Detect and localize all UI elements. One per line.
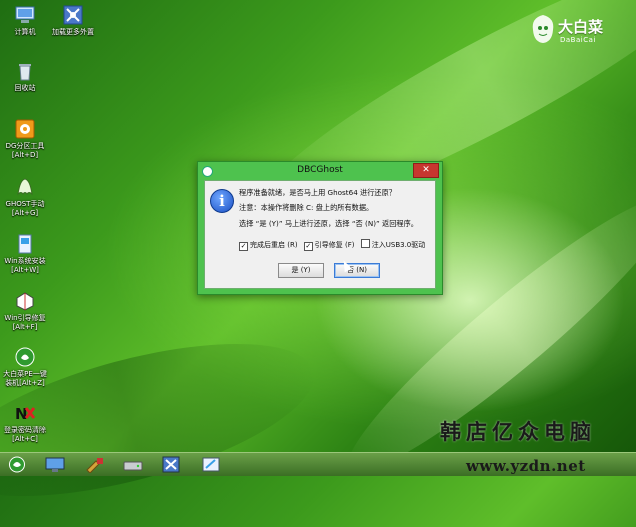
watermark-text: 韩店亿众电脑 xyxy=(440,419,596,444)
checkbox-label: 完成后重启 (R) xyxy=(250,241,298,249)
dialog-titlebar[interactable]: DBCGhost ✕ xyxy=(198,162,442,180)
dialog-title: DBCGhost xyxy=(297,165,343,175)
pen-tablet-icon xyxy=(202,457,220,472)
website-url: www.yzdn.net xyxy=(466,457,586,475)
options-row: ✓ 完成后重启 (R) ✓ 引导修复 (F) 注入USB3.0驱动 xyxy=(239,239,429,251)
dbcghost-dialog: DBCGhost ✕ i 程序准备就绪，是否马上用 Ghost64 进行还原？ … xyxy=(197,161,443,295)
usb3-driver-checkbox[interactable]: 注入USB3.0驱动 xyxy=(360,239,426,250)
desktop-icon-boot-repair[interactable]: Win引导修复 [Alt+F] xyxy=(0,290,53,332)
desktop-icon-password-clear[interactable]: N 登录密码清除 [Alt+C] xyxy=(0,402,53,444)
taskbar-drive-button[interactable] xyxy=(122,456,146,473)
password-clear-icon: N xyxy=(14,402,36,424)
logo-pinyin-text: DaBaiCai xyxy=(560,36,596,44)
boot-repair-checkbox[interactable]: ✓ 引导修复 (F) xyxy=(303,240,355,251)
taskbar-tools-button[interactable] xyxy=(84,456,108,474)
recycle-bin-icon xyxy=(14,60,36,82)
cabbage-logo-icon xyxy=(532,15,554,43)
windows-install-icon xyxy=(14,233,36,255)
desktop-icon-label: 大白菜PE一键 装机[Alt+Z] xyxy=(3,370,47,387)
grid-tools-icon xyxy=(62,4,84,26)
desktop-icon-dbc-install[interactable]: 大白菜PE一键 装机[Alt+Z] xyxy=(0,346,53,388)
desktop-icon-label: Win引导修复 [Alt+F] xyxy=(4,314,46,331)
desktop-icon-ghost[interactable]: GHOST手动 [Alt+G] xyxy=(0,176,53,218)
checkbox-label: 引导修复 (F) xyxy=(314,241,355,249)
message-line-1: 程序准备就绪，是否马上用 Ghost64 进行还原？ xyxy=(239,188,396,197)
desktop-icon-label: 登录密码清除 [Alt+C] xyxy=(4,426,46,443)
taskbar-grid-button[interactable] xyxy=(160,456,184,473)
message-line-2: 注意：本操作将删除 C: 盘上的所有数据。 xyxy=(239,203,374,212)
info-icon: i xyxy=(210,189,234,213)
close-button[interactable]: ✕ xyxy=(413,163,439,178)
taskbar-monitor-button[interactable] xyxy=(44,456,68,473)
disk-partition-icon xyxy=(14,118,36,140)
desktop-icon-load-more[interactable]: 加载更多外置 xyxy=(45,4,101,37)
desktop-icon-label: Win系统安装 [Alt+W] xyxy=(4,257,46,274)
restart-checkbox[interactable]: ✓ 完成后重启 (R) xyxy=(239,240,298,251)
checkbox-checked[interactable]: ✓ xyxy=(239,242,248,251)
start-orb-icon xyxy=(9,456,25,473)
svg-text:N: N xyxy=(15,405,28,423)
start-button[interactable] xyxy=(6,456,30,473)
monitor-icon xyxy=(45,457,65,472)
checkbox-unchecked[interactable] xyxy=(360,239,370,248)
dabaicai-icon xyxy=(14,346,36,368)
message-line-3: 选择 “是 (Y)” 马上进行还原，选择 “否 (N)” 返回程序。 xyxy=(239,219,418,228)
desktop-icon-label: DG分区工具 [Alt+D] xyxy=(5,142,45,159)
checkbox-checked[interactable]: ✓ xyxy=(303,242,313,251)
yes-button[interactable]: 是 (Y) xyxy=(278,263,324,278)
dialog-content: i 程序准备就绪，是否马上用 Ghost64 进行还原？ 注意：本操作将删除 C… xyxy=(204,180,436,289)
drive-icon xyxy=(123,461,143,471)
desktop-icon-label: 回收站 xyxy=(14,84,36,92)
taskbar-pen-button[interactable] xyxy=(200,456,224,473)
boot-repair-icon xyxy=(14,290,36,312)
desktop-icon-win-install[interactable]: Win系统安装 [Alt+W] xyxy=(0,233,53,275)
grid-tools-icon xyxy=(162,456,180,473)
desktop-icon-dg-partition[interactable]: DG分区工具 [Alt+D] xyxy=(0,118,53,160)
desktop-icon-recycle-bin[interactable]: 回收站 xyxy=(0,60,53,93)
computer-icon xyxy=(14,4,36,26)
logo-brand-text: 大白菜 xyxy=(558,18,604,36)
taskbar: www.yzdn.net xyxy=(0,452,636,476)
tools-icon xyxy=(86,458,103,474)
dabaicai-logo: 大白菜 DaBaiCai xyxy=(528,12,628,52)
desktop-icon-label: GHOST手动 [Alt+G] xyxy=(5,200,45,217)
desktop-icon-label: 加载更多外置 xyxy=(52,28,94,36)
ghost-icon xyxy=(14,176,36,198)
checkbox-label: 注入USB3.0驱动 xyxy=(371,241,426,249)
